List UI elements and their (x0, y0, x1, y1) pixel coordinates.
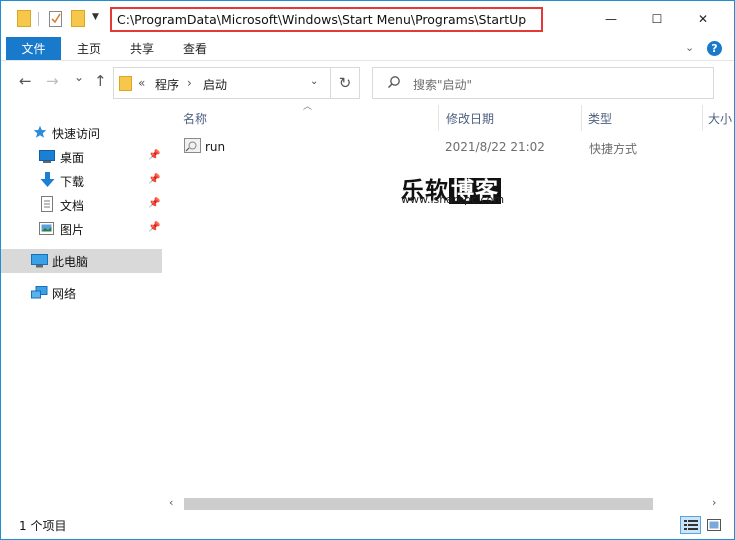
details-view-icon (683, 520, 698, 530)
expand-ribbon-icon[interactable]: ⌄ (685, 41, 694, 54)
window-title-path: C:\ProgramData\Microsoft\Windows\Start M… (110, 7, 543, 32)
new-folder-icon[interactable] (71, 10, 85, 30)
breadcrumb-startup[interactable]: 启动 (203, 76, 227, 93)
sidebar-item-label: 此电脑 (52, 255, 89, 269)
maximize-button[interactable]: ☐ (634, 1, 680, 37)
breadcrumb-programs[interactable]: 程序 (155, 76, 179, 93)
watermark-url: www.isharepc.com (401, 193, 505, 206)
customize-toolbar-icon[interactable]: ▼ (92, 12, 99, 22)
table-row[interactable]: run 2021/8/22 21:02 快捷方式 (176, 137, 696, 159)
back-button[interactable]: ← (19, 72, 32, 90)
sidebar-item-documents[interactable]: 文档 📌 (1, 193, 162, 217)
scroll-right-icon[interactable]: › (712, 496, 716, 509)
pin-icon[interactable]: 📌 (148, 198, 160, 209)
help-icon[interactable]: ? (707, 41, 722, 56)
breadcrumb-separator: › (187, 76, 192, 90)
ribbon: 文件 主页 共享 查看 ⌄ ? (1, 37, 734, 61)
sidebar-item-label: 文档 (60, 199, 85, 213)
document-icon (41, 196, 53, 215)
properties-icon[interactable] (49, 10, 63, 30)
column-header-date[interactable]: 修改日期 (440, 105, 580, 131)
sidebar-item-label: 图片 (60, 223, 85, 237)
sidebar-item-downloads[interactable]: 下载 📌 (1, 169, 162, 193)
sidebar-item-pictures[interactable]: 图片 📌 (1, 217, 162, 241)
file-name: run (205, 140, 226, 154)
scrollbar-thumb[interactable] (184, 498, 653, 510)
horizontal-scrollbar[interactable]: ‹ › (164, 495, 724, 513)
folder-icon (119, 76, 132, 94)
title-bar: ▼ C:\ProgramData\Microsoft\Windows\Start… (1, 1, 734, 37)
shortcut-icon (184, 138, 201, 156)
search-placeholder: 搜索"启动" (413, 78, 473, 92)
search-input[interactable]: 搜索"启动" (372, 67, 714, 99)
status-bar: 1 个项目 (1, 513, 734, 539)
network-icon (31, 286, 48, 303)
sidebar-item-this-pc[interactable]: 此电脑 (1, 249, 162, 273)
sidebar-item-network[interactable]: 网络 (1, 281, 162, 305)
desktop-icon (39, 150, 55, 166)
divider (38, 12, 39, 26)
details-view-button[interactable] (680, 516, 701, 534)
tab-share[interactable]: 共享 (130, 37, 154, 60)
large-icons-view-button[interactable] (703, 516, 724, 534)
sidebar-item-label: 快速访问 (52, 127, 101, 141)
scroll-left-icon[interactable]: ‹ (169, 496, 173, 509)
chevron-down-icon[interactable]: ⌄ (310, 76, 318, 87)
download-icon (40, 172, 55, 191)
pin-icon[interactable]: 📌 (148, 174, 160, 185)
column-header-size[interactable]: 大小 (702, 105, 732, 131)
tab-file[interactable]: 文件 (6, 37, 61, 60)
refresh-button[interactable]: ↻ (331, 67, 360, 99)
sidebar-item-label: 网络 (52, 287, 77, 301)
minimize-button[interactable]: — (588, 1, 634, 37)
sidebar-item-label: 下载 (60, 175, 85, 189)
close-button[interactable]: ✕ (680, 1, 726, 37)
file-modified: 2021/8/22 21:02 (445, 140, 545, 154)
computer-icon (31, 254, 48, 271)
explorer-window: ▼ C:\ProgramData\Microsoft\Windows\Start… (0, 0, 735, 540)
column-divider[interactable] (438, 105, 439, 131)
sidebar-item-desktop[interactable]: 桌面 📌 (1, 145, 162, 169)
recent-locations-button[interactable]: ⌄ (74, 70, 84, 84)
star-icon (33, 125, 47, 142)
sidebar-item-label: 桌面 (60, 151, 85, 165)
breadcrumb-overflow[interactable]: « (138, 76, 145, 90)
large-icons-view-icon (706, 519, 721, 531)
up-button[interactable]: ↑ (94, 72, 107, 90)
column-header-name[interactable]: 名称 (177, 105, 437, 131)
tab-home[interactable]: 主页 (77, 37, 101, 60)
tab-view[interactable]: 查看 (183, 37, 207, 60)
sidebar-item-quick-access[interactable]: 快速访问 (1, 121, 162, 145)
file-list: ︿ 名称 修改日期 类型 大小 run 2021/8/22 21:02 快捷方式… (164, 102, 734, 493)
address-bar[interactable]: « 程序 › 启动 ⌄ (113, 67, 331, 99)
folder-icon (17, 10, 31, 30)
pin-icon[interactable]: 📌 (148, 222, 160, 233)
item-count: 1 个项目 (19, 519, 67, 533)
forward-button[interactable]: → (46, 72, 59, 90)
refresh-icon: ↻ (338, 74, 352, 92)
picture-icon (39, 222, 54, 238)
navigation-pane: 快速访问 桌面 📌 下载 📌 文档 📌 图片 📌 此电脑 网络 (1, 105, 164, 511)
pin-icon[interactable]: 📌 (148, 150, 160, 161)
column-header-type[interactable]: 类型 (582, 105, 702, 131)
navigation-bar: ← → ⌄ ↑ « 程序 › 启动 ⌄ ↻ 搜索"启动" (1, 61, 734, 105)
search-icon (387, 75, 401, 92)
file-type: 快捷方式 (589, 142, 638, 156)
